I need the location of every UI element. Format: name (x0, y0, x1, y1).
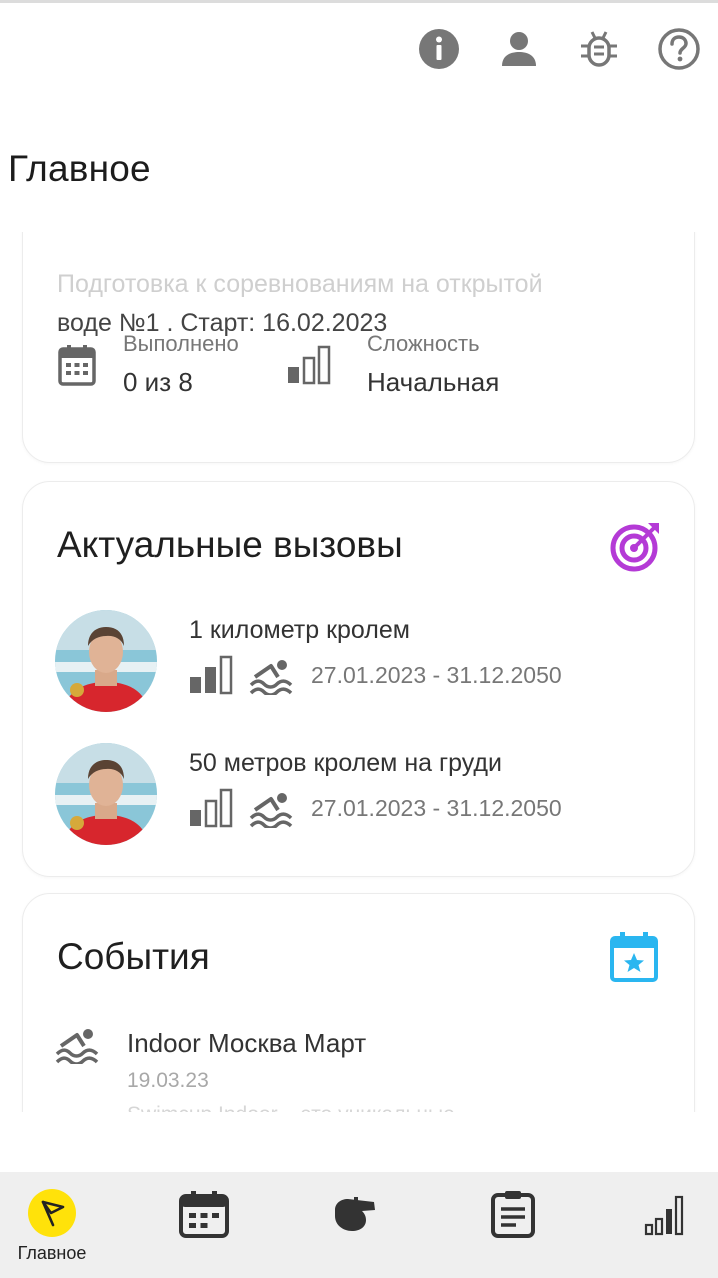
event-description: Swimcup Indoor – это уникальные (127, 1103, 455, 1112)
challenge-dates: 27.01.2023 - 31.12.2050 (311, 661, 562, 688)
calendar-icon (55, 343, 99, 387)
nav-whistle[interactable] (331, 1172, 379, 1278)
stat-difficulty: Сложность Начальная (287, 331, 499, 398)
challenge-item[interactable]: 50 метров кролем на груди 27.01.2023 - 3… (55, 743, 562, 845)
flag-icon (28, 1189, 76, 1237)
status-divider (0, 0, 718, 3)
challenge-title: 1 километр кролем (189, 616, 410, 644)
nav-notes[interactable] (488, 1172, 538, 1278)
challenge-dates: 27.01.2023 - 31.12.2050 (311, 794, 562, 821)
info-icon[interactable] (418, 28, 460, 70)
swimming-icon (249, 655, 293, 695)
main-scroll[interactable]: Подготовка к соревнованиям на открытой в… (0, 232, 718, 1112)
difficulty-bars-icon (287, 343, 331, 387)
nav-calendar[interactable] (178, 1172, 230, 1278)
events-card[interactable]: События Indoor Москва Март 19.03.23 Swim… (22, 893, 695, 1112)
nav-home[interactable]: Главное (2, 1172, 102, 1278)
calendar-icon (179, 1189, 229, 1239)
swimming-icon (55, 1024, 99, 1068)
nav-stats[interactable] (642, 1172, 690, 1278)
page-title: Главное (8, 148, 151, 189)
stat-done-label: Выполнено (123, 331, 239, 356)
stat-done: Выполнено 0 из 8 (55, 331, 239, 398)
training-plan-card[interactable]: Подготовка к соревнованиям на открытой в… (22, 232, 695, 463)
challenges-card[interactable]: Актуальные вызовы 1 километр кролем 27.0… (22, 481, 695, 877)
challenge-title: 50 метров кролем на груди (189, 749, 502, 777)
stat-difficulty-value: Начальная (367, 367, 500, 397)
avatar (55, 610, 157, 712)
challenge-item[interactable]: 1 километр кролем 27.01.2023 - 31.12.205… (55, 610, 562, 712)
top-toolbar (418, 28, 700, 70)
nav-home-label: Главное (17, 1243, 87, 1263)
help-icon[interactable] (658, 28, 700, 70)
calendar-star-icon (610, 932, 662, 984)
plan-text-faded: Подготовка к соревнованиям на открытой (57, 270, 543, 298)
bug-icon[interactable] (578, 28, 620, 70)
profile-icon[interactable] (498, 28, 540, 70)
stat-difficulty-label: Сложность (367, 331, 480, 356)
stats-icon (641, 1189, 691, 1239)
whistle-icon (330, 1189, 380, 1239)
difficulty-bars-icon (189, 788, 233, 828)
challenges-title: Актуальные вызовы (57, 524, 403, 565)
bottom-nav: Главное (0, 1172, 718, 1278)
difficulty-bars-icon (189, 655, 233, 695)
event-title: Indoor Москва Март (127, 1028, 367, 1058)
avatar (55, 743, 157, 845)
event-date: 19.03.23 (127, 1069, 209, 1092)
notes-icon (488, 1189, 538, 1239)
swimming-icon (249, 788, 293, 828)
stat-done-value: 0 из 8 (123, 367, 193, 397)
target-icon (610, 520, 662, 572)
events-title: События (57, 936, 210, 977)
event-item[interactable]: Indoor Москва Март 19.03.23 Swimcup Indo… (55, 1024, 455, 1112)
